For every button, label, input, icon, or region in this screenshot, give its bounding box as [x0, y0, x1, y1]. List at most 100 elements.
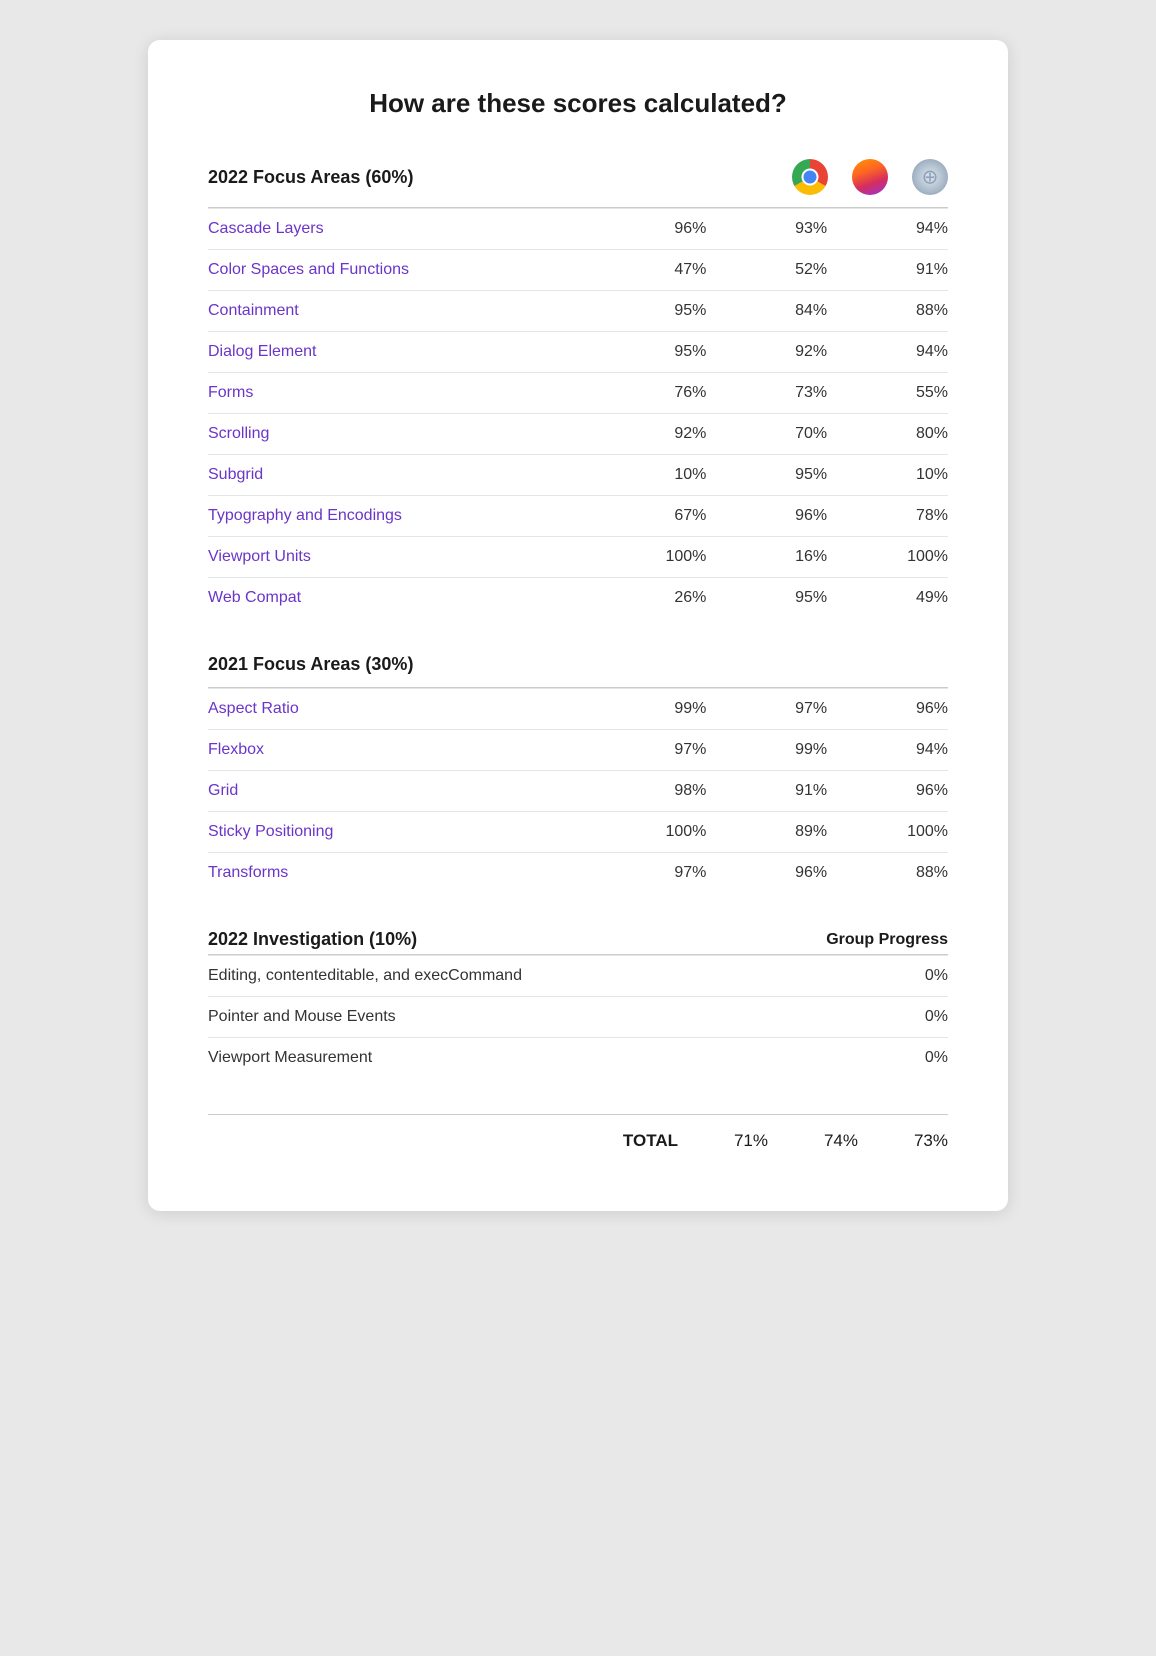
score-col2: 92% [706, 332, 827, 373]
row-label[interactable]: Aspect Ratio [208, 689, 586, 730]
firefox-icon [852, 159, 888, 195]
row-label[interactable]: Viewport Units [208, 537, 586, 578]
table-row: Containment 95% 84% 88% [208, 291, 948, 332]
row-label[interactable]: Subgrid [208, 455, 586, 496]
table-row: Viewport Measurement 0% [208, 1038, 948, 1079]
row-label[interactable]: Dialog Element [208, 332, 586, 373]
score-col1: 97% [586, 853, 707, 894]
score-col3: 0% [769, 997, 948, 1038]
total-col1: 71% [678, 1131, 768, 1151]
score-col2: 95% [706, 578, 827, 619]
chrome-icon [792, 159, 828, 195]
section-focus-2022-title: 2022 Focus Areas (60%) [208, 167, 413, 188]
row-label[interactable]: Typography and Encodings [208, 496, 586, 537]
score-col3: 88% [827, 291, 948, 332]
total-col3: 73% [858, 1131, 948, 1151]
score-col3: 78% [827, 496, 948, 537]
table-row: Web Compat 26% 95% 49% [208, 578, 948, 619]
score-col1: 76% [586, 373, 707, 414]
row-label[interactable]: Web Compat [208, 578, 586, 619]
score-col1: 96% [586, 209, 707, 250]
score-col2: 93% [706, 209, 827, 250]
row-label[interactable]: Transforms [208, 853, 586, 894]
table-row: Forms 76% 73% 55% [208, 373, 948, 414]
score-col2: 52% [706, 250, 827, 291]
focus-2021-table: Aspect Ratio 99% 97% 96% Flexbox 97% 99%… [208, 688, 948, 893]
score-col2: 97% [706, 689, 827, 730]
row-label[interactable]: Forms [208, 373, 586, 414]
score-col2: 91% [706, 771, 827, 812]
row-label[interactable]: Grid [208, 771, 586, 812]
main-card: How are these scores calculated? 2022 Fo… [148, 40, 1008, 1211]
score-col1: 92% [586, 414, 707, 455]
browser-icons-row [792, 159, 948, 195]
table-row: Sticky Positioning 100% 89% 100% [208, 812, 948, 853]
score-col2: 95% [706, 455, 827, 496]
score-col3: 0% [769, 956, 948, 997]
section-focus-2022-header: 2022 Focus Areas (60%) [208, 159, 948, 203]
score-col1: 47% [586, 250, 707, 291]
table-row: Pointer and Mouse Events 0% [208, 997, 948, 1038]
row-label[interactable]: Scrolling [208, 414, 586, 455]
group-progress-label: Group Progress [826, 931, 948, 949]
score-col1: 100% [586, 812, 707, 853]
score-col2: 99% [706, 730, 827, 771]
score-col3: 96% [827, 771, 948, 812]
table-row: Dialog Element 95% 92% 94% [208, 332, 948, 373]
score-col1: 67% [586, 496, 707, 537]
section-focus-2021-title: 2021 Focus Areas (30%) [208, 654, 413, 675]
row-label[interactable]: Containment [208, 291, 586, 332]
table-row: Flexbox 97% 99% 94% [208, 730, 948, 771]
score-col3: 49% [827, 578, 948, 619]
row-label[interactable]: Flexbox [208, 730, 586, 771]
score-col1: 26% [586, 578, 707, 619]
total-row: TOTAL 71% 74% 73% [208, 1114, 948, 1151]
table-row: Editing, contenteditable, and execComman… [208, 956, 948, 997]
row-label[interactable]: Sticky Positioning [208, 812, 586, 853]
score-col2: 16% [706, 537, 827, 578]
table-row: Typography and Encodings 67% 96% 78% [208, 496, 948, 537]
table-row: Color Spaces and Functions 47% 52% 91% [208, 250, 948, 291]
score-col1: 10% [586, 455, 707, 496]
row-label[interactable]: Cascade Layers [208, 209, 586, 250]
score-col1: 95% [586, 291, 707, 332]
table-row: Scrolling 92% 70% 80% [208, 414, 948, 455]
table-row: Aspect Ratio 99% 97% 96% [208, 689, 948, 730]
table-row: Grid 98% 91% 96% [208, 771, 948, 812]
score-col3: 100% [827, 537, 948, 578]
total-col2: 74% [768, 1131, 858, 1151]
score-col3: 88% [827, 853, 948, 894]
section-focus-2021: 2021 Focus Areas (30%) Aspect Ratio 99% … [208, 654, 948, 893]
score-col3: 91% [827, 250, 948, 291]
score-col3: 0% [769, 1038, 948, 1079]
score-col1: 100% [586, 537, 707, 578]
score-col1: 95% [586, 332, 707, 373]
score-col2: 96% [706, 853, 827, 894]
investigation-2022-table: Editing, contenteditable, and execComman… [208, 955, 948, 1078]
table-row: Cascade Layers 96% 93% 94% [208, 209, 948, 250]
score-col2: 89% [706, 812, 827, 853]
score-col2: 84% [706, 291, 827, 332]
score-col3: 55% [827, 373, 948, 414]
section-investigation-2022: 2022 Investigation (10%) Group Progress … [208, 929, 948, 1078]
score-col3: 100% [827, 812, 948, 853]
score-col1: 99% [586, 689, 707, 730]
safari-icon [912, 159, 948, 195]
total-label: TOTAL [208, 1131, 678, 1151]
score-col2: 73% [706, 373, 827, 414]
score-col3: 94% [827, 209, 948, 250]
score-col1: 97% [586, 730, 707, 771]
investigation-header: 2022 Investigation (10%) Group Progress [208, 929, 948, 950]
row-label-plain: Editing, contenteditable, and execComman… [208, 956, 769, 997]
score-col3: 10% [827, 455, 948, 496]
row-label-plain: Pointer and Mouse Events [208, 997, 769, 1038]
section-focus-2021-header: 2021 Focus Areas (30%) [208, 654, 948, 683]
table-row: Viewport Units 100% 16% 100% [208, 537, 948, 578]
row-label[interactable]: Color Spaces and Functions [208, 250, 586, 291]
table-row: Transforms 97% 96% 88% [208, 853, 948, 894]
score-col3: 94% [827, 332, 948, 373]
score-col1: 98% [586, 771, 707, 812]
score-col3: 96% [827, 689, 948, 730]
row-label-plain: Viewport Measurement [208, 1038, 769, 1079]
table-row: Subgrid 10% 95% 10% [208, 455, 948, 496]
